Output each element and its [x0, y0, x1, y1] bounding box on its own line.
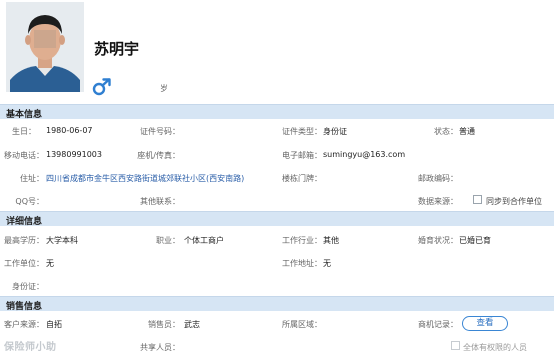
- view-button[interactable]: 查看: [462, 316, 508, 331]
- workplace-value: 无: [46, 259, 54, 268]
- qq-label: QQ号：: [15, 197, 44, 206]
- id-type-label: 证件类型：: [282, 127, 322, 136]
- marital-status-label: 婚育状况：: [418, 236, 458, 245]
- marital-status-value: 已婚已育: [459, 236, 491, 245]
- industry-label: 工作行业：: [282, 236, 322, 245]
- section-basic-info: 基本信息: [0, 104, 554, 120]
- postcode-label: 邮政编码：: [418, 174, 458, 183]
- email-value: sumingyu@163.com: [323, 150, 406, 159]
- house-number-label: 楼栋门牌：: [282, 174, 322, 183]
- birthday-label: 生日：: [12, 127, 36, 136]
- section-title: 基本信息: [6, 110, 43, 120]
- id-card-label: 身份证：: [12, 282, 44, 291]
- section-detail-info: 详细信息: [0, 211, 554, 227]
- data-source-label: 数据来源：: [418, 197, 458, 206]
- address-value[interactable]: 四川省成都市金牛区西安路街道城郊联社小区(西安南路): [46, 173, 244, 184]
- status-value: 普通: [459, 127, 475, 136]
- other-contact-label: 其他联系：: [140, 197, 180, 206]
- salesman-label: 销售员：: [148, 320, 180, 329]
- mobile-value: 13980991003: [46, 150, 102, 159]
- male-symbol-icon: [92, 78, 114, 96]
- region-label: 所属区域：: [282, 320, 322, 329]
- customer-source-label: 客户来源：: [4, 320, 44, 329]
- sync-partner-checkbox[interactable]: [473, 195, 482, 204]
- age-unit: 岁: [160, 84, 168, 93]
- avatar-photo: [6, 2, 84, 92]
- birthday-value: 1980-06-07: [46, 126, 93, 135]
- occupation-value: 个体工商户: [184, 236, 224, 245]
- customer-source-value: 自拓: [46, 320, 62, 329]
- email-label: 电子邮箱：: [282, 151, 322, 160]
- salesman-value: 武志: [184, 320, 200, 329]
- status-label: 状态：: [434, 127, 458, 136]
- shared-users-label: 共享人员：: [140, 343, 180, 352]
- occupation-label: 职业：: [156, 236, 180, 245]
- all-authorized-checkbox[interactable]: [451, 341, 460, 350]
- watermark: 保险师小助: [4, 342, 57, 353]
- industry-value: 其他: [323, 236, 339, 245]
- id-type-value: 身份证: [323, 127, 347, 136]
- address-label: 住址：: [20, 174, 44, 183]
- section-title: 详细信息: [6, 217, 43, 227]
- sync-partner-label: 同步到合作单位: [486, 197, 542, 206]
- work-address-value: 无: [323, 259, 331, 268]
- mobile-label: 移动电话：: [4, 151, 44, 160]
- work-address-label: 工作地址：: [282, 259, 322, 268]
- education-value: 大学本科: [46, 236, 78, 245]
- id-number-label: 证件号码：: [140, 127, 180, 136]
- section-sales-info: 销售信息: [0, 296, 554, 312]
- section-title: 销售信息: [6, 302, 43, 312]
- customer-name: 苏明宇: [94, 40, 140, 58]
- workplace-label: 工作单位：: [4, 259, 44, 268]
- opportunity-record-label: 商机记录：: [418, 320, 458, 329]
- all-authorized-label: 全体有权限的人员: [463, 343, 527, 352]
- education-label: 最高学历：: [4, 236, 44, 245]
- phone-fax-label: 座机/传真：: [137, 151, 180, 160]
